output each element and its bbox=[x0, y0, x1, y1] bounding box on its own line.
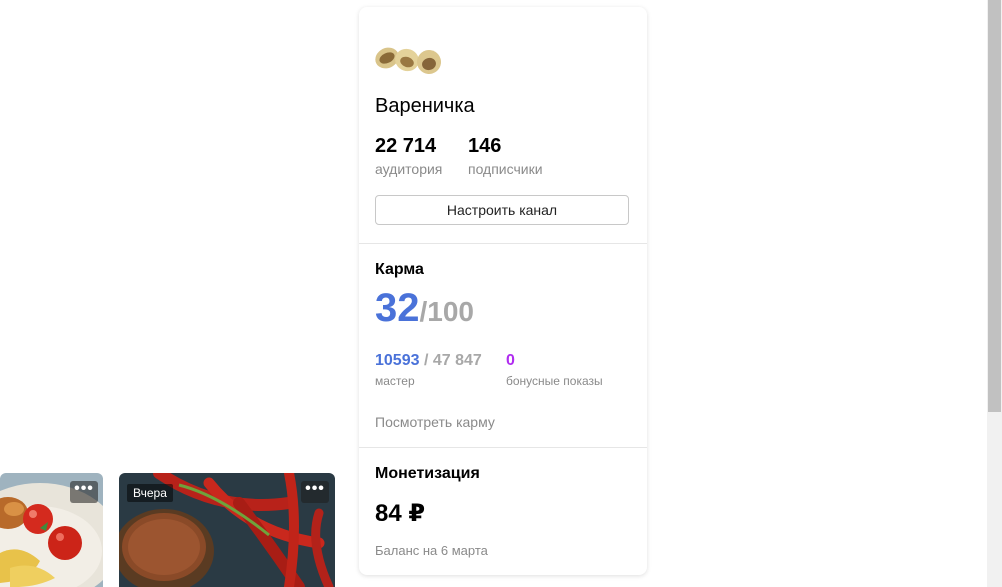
bonus-stat: 0 бонусные показы bbox=[506, 351, 603, 388]
karma-score: 32/100 bbox=[375, 286, 474, 331]
master-value: 10593 bbox=[375, 352, 420, 369]
balance-caption: Баланс на 6 марта bbox=[375, 543, 488, 558]
page-scrollbar[interactable] bbox=[987, 0, 1002, 587]
master-label: мастер bbox=[375, 374, 415, 388]
bonus-value: 0 bbox=[506, 352, 515, 369]
karma-score-max: /100 bbox=[419, 296, 475, 327]
feed-card-chicken-pasta[interactable]: ••• bbox=[0, 473, 103, 587]
monetization-title: Монетизация bbox=[375, 465, 480, 482]
audience-label: аудитория bbox=[375, 161, 443, 177]
master-total: / 47 847 bbox=[419, 352, 482, 369]
balance-value: 84 ₽ bbox=[375, 500, 426, 527]
subscribers-value: 146 bbox=[468, 135, 502, 157]
audience-value: 22 714 bbox=[375, 135, 437, 157]
channel-avatar[interactable] bbox=[375, 40, 443, 80]
channel-name[interactable]: Вареничка bbox=[375, 95, 475, 118]
karma-title: Карма bbox=[375, 261, 424, 278]
bonus-label: бонусные показы bbox=[506, 374, 603, 388]
divider bbox=[359, 243, 647, 244]
divider bbox=[359, 447, 647, 448]
feed-card-more-button[interactable]: ••• bbox=[70, 481, 98, 503]
subscribers-label: подписчики bbox=[468, 161, 543, 177]
more-icon: ••• bbox=[305, 480, 325, 497]
master-stat: 10593 / 47 847 мастер bbox=[375, 351, 482, 388]
subscribers-stat: 146 подписчики bbox=[468, 134, 543, 179]
feed-card-more-button[interactable]: ••• bbox=[301, 481, 329, 503]
audience-stat: 22 714 аудитория bbox=[375, 134, 442, 179]
date-badge: Вчера bbox=[127, 484, 173, 502]
channel-sidebar-card: Вареничка 22 714 аудитория 146 подписчик… bbox=[359, 7, 647, 575]
view-karma-link[interactable]: Посмотреть карму bbox=[375, 414, 495, 430]
karma-score-value: 32 bbox=[375, 286, 420, 330]
more-icon: ••• bbox=[74, 480, 94, 497]
feed-card-chili-spice[interactable]: Вчера ••• bbox=[119, 473, 335, 587]
configure-channel-button[interactable]: Настроить канал bbox=[375, 195, 629, 225]
scrollbar-thumb[interactable] bbox=[988, 0, 1001, 412]
